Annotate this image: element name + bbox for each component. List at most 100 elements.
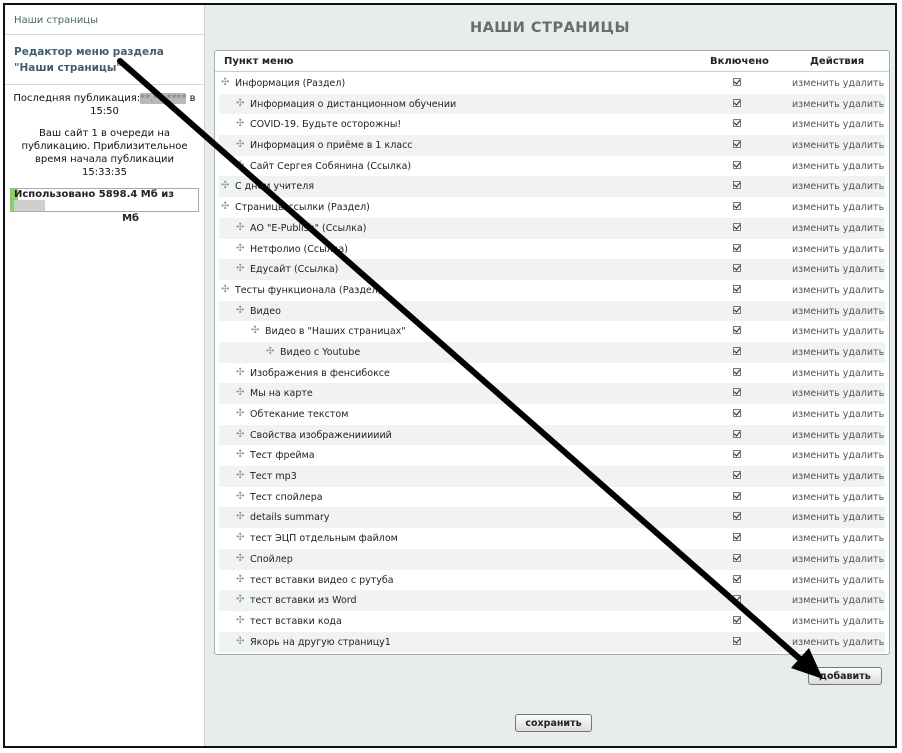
drag-handle-icon[interactable]: ✣ xyxy=(251,326,259,336)
delete-link[interactable]: удалить xyxy=(843,368,884,379)
drag-handle-icon[interactable]: ✣ xyxy=(236,305,244,316)
edit-link[interactable]: изменить xyxy=(792,202,840,213)
enabled-checkbox[interactable] xyxy=(733,222,741,231)
edit-link[interactable]: изменить xyxy=(792,430,840,441)
edit-link[interactable]: изменить xyxy=(792,244,840,255)
enabled-checkbox[interactable] xyxy=(733,553,741,562)
enabled-checkbox[interactable] xyxy=(733,595,741,604)
delete-link[interactable]: удалить xyxy=(843,575,884,586)
edit-link[interactable]: изменить xyxy=(792,616,840,627)
delete-link[interactable]: удалить xyxy=(843,99,884,110)
edit-link[interactable]: изменить xyxy=(792,326,840,337)
drag-handle-icon[interactable]: ✣ xyxy=(236,450,244,460)
drag-handle-icon[interactable]: ✣ xyxy=(236,264,244,274)
delete-link[interactable]: удалить xyxy=(843,140,884,151)
delete-link[interactable]: удалить xyxy=(843,512,884,523)
drag-handle-icon[interactable]: ✣ xyxy=(236,429,244,440)
enabled-checkbox[interactable] xyxy=(733,160,741,169)
delete-link[interactable]: удалить xyxy=(843,388,884,399)
enabled-checkbox[interactable] xyxy=(733,140,741,149)
enabled-checkbox[interactable] xyxy=(733,346,741,355)
enabled-checkbox[interactable] xyxy=(733,367,741,376)
edit-link[interactable]: изменить xyxy=(792,99,840,110)
enabled-checkbox[interactable] xyxy=(733,326,741,335)
delete-link[interactable]: удалить xyxy=(843,161,884,172)
drag-handle-icon[interactable]: ✣ xyxy=(236,636,244,647)
edit-link[interactable]: изменить xyxy=(792,533,840,544)
delete-link[interactable]: удалить xyxy=(843,264,884,275)
delete-link[interactable]: удалить xyxy=(843,492,884,503)
enabled-checkbox[interactable] xyxy=(733,450,741,459)
edit-link[interactable]: изменить xyxy=(792,409,840,420)
drag-handle-icon[interactable]: ✣ xyxy=(236,222,244,233)
enabled-checkbox[interactable] xyxy=(733,243,741,252)
delete-link[interactable]: удалить xyxy=(843,409,884,420)
edit-link[interactable]: изменить xyxy=(792,512,840,523)
enabled-checkbox[interactable] xyxy=(733,574,741,583)
enabled-checkbox[interactable] xyxy=(733,409,741,417)
edit-link[interactable]: изменить xyxy=(792,471,840,482)
enabled-checkbox[interactable] xyxy=(733,512,741,521)
enabled-checkbox[interactable] xyxy=(733,78,741,86)
enabled-checkbox[interactable] xyxy=(733,284,741,293)
delete-link[interactable]: удалить xyxy=(843,202,884,213)
edit-link[interactable]: изменить xyxy=(792,78,840,89)
drag-handle-icon[interactable]: ✣ xyxy=(236,491,244,502)
drag-handle-icon[interactable]: ✣ xyxy=(236,574,244,585)
enabled-checkbox[interactable] xyxy=(733,429,741,438)
enabled-checkbox[interactable] xyxy=(733,202,741,211)
drag-handle-icon[interactable]: ✣ xyxy=(221,78,229,88)
delete-link[interactable]: удалить xyxy=(843,616,884,627)
edit-link[interactable]: изменить xyxy=(792,450,840,461)
edit-link[interactable]: изменить xyxy=(792,306,840,317)
delete-link[interactable]: удалить xyxy=(843,223,884,234)
delete-link[interactable]: удалить xyxy=(843,430,884,441)
delete-link[interactable]: удалить xyxy=(843,181,884,192)
drag-handle-icon[interactable]: ✣ xyxy=(236,388,244,398)
enabled-checkbox[interactable] xyxy=(733,615,741,624)
delete-link[interactable]: удалить xyxy=(843,285,884,296)
drag-handle-icon[interactable]: ✣ xyxy=(236,98,244,109)
edit-link[interactable]: изменить xyxy=(792,223,840,234)
enabled-checkbox[interactable] xyxy=(733,491,741,500)
delete-link[interactable]: удалить xyxy=(843,533,884,544)
drag-handle-icon[interactable]: ✣ xyxy=(236,367,244,378)
edit-link[interactable]: изменить xyxy=(792,388,840,399)
edit-link[interactable]: изменить xyxy=(792,575,840,586)
delete-link[interactable]: удалить xyxy=(843,554,884,565)
enabled-checkbox[interactable] xyxy=(733,119,741,128)
edit-link[interactable]: изменить xyxy=(792,368,840,379)
delete-link[interactable]: удалить xyxy=(843,450,884,461)
drag-handle-icon[interactable]: ✣ xyxy=(236,471,244,481)
edit-link[interactable]: изменить xyxy=(792,637,840,648)
edit-link[interactable]: изменить xyxy=(792,347,840,358)
drag-handle-icon[interactable]: ✣ xyxy=(236,243,244,254)
delete-link[interactable]: удалить xyxy=(843,637,884,648)
enabled-checkbox[interactable] xyxy=(733,305,741,314)
delete-link[interactable]: удалить xyxy=(843,471,884,482)
enabled-checkbox[interactable] xyxy=(733,264,741,273)
delete-link[interactable]: удалить xyxy=(843,347,884,358)
add-button[interactable]: добавить xyxy=(808,667,882,685)
drag-handle-icon[interactable]: ✣ xyxy=(236,409,244,419)
edit-link[interactable]: изменить xyxy=(792,161,840,172)
edit-link[interactable]: изменить xyxy=(792,181,840,192)
delete-link[interactable]: удалить xyxy=(843,306,884,317)
menu-editor-link[interactable]: Редактор меню раздела "Наши страницы" xyxy=(5,35,204,85)
drag-handle-icon[interactable]: ✣ xyxy=(221,181,229,191)
enabled-checkbox[interactable] xyxy=(733,636,741,645)
edit-link[interactable]: изменить xyxy=(792,119,840,130)
drag-handle-icon[interactable]: ✣ xyxy=(221,202,229,212)
enabled-checkbox[interactable] xyxy=(733,388,741,397)
delete-link[interactable]: удалить xyxy=(843,119,884,130)
drag-handle-icon[interactable]: ✣ xyxy=(221,284,229,295)
drag-handle-icon[interactable]: ✣ xyxy=(236,615,244,626)
enabled-checkbox[interactable] xyxy=(733,181,741,190)
drag-handle-icon[interactable]: ✣ xyxy=(236,553,244,564)
delete-link[interactable]: удалить xyxy=(843,326,884,337)
enabled-checkbox[interactable] xyxy=(733,98,741,107)
drag-handle-icon[interactable]: ✣ xyxy=(236,512,244,522)
edit-link[interactable]: изменить xyxy=(792,140,840,151)
drag-handle-icon[interactable]: ✣ xyxy=(266,346,274,357)
delete-link[interactable]: удалить xyxy=(843,595,884,606)
